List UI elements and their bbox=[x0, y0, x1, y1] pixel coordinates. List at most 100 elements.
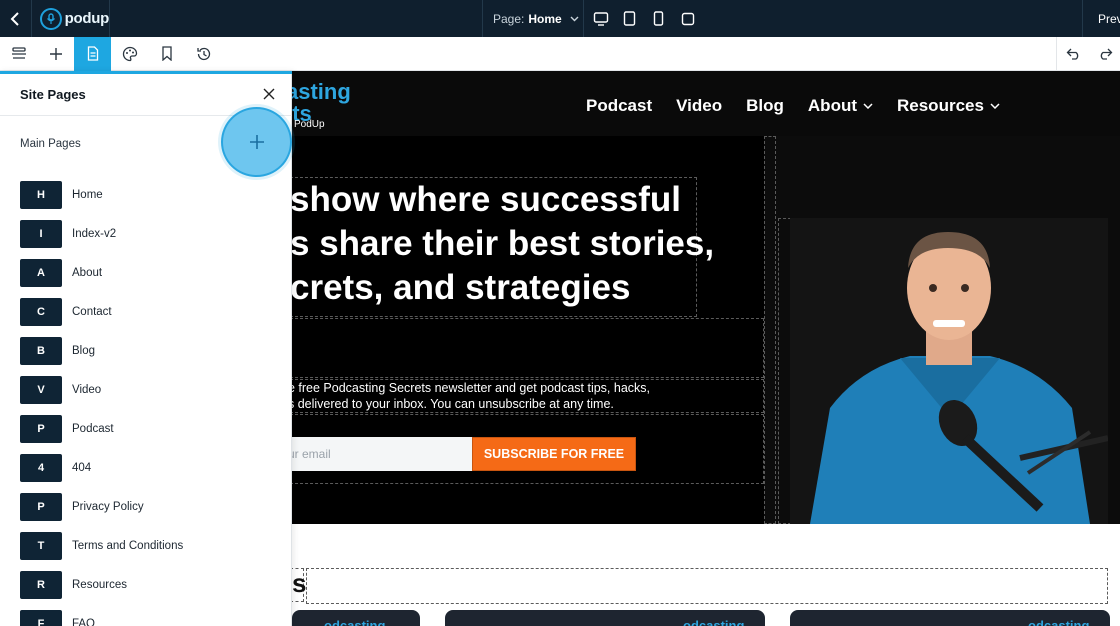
editor-guide-spacer bbox=[292, 318, 764, 378]
back-button[interactable] bbox=[0, 0, 32, 37]
page-badge: I bbox=[20, 219, 62, 248]
host-photo[interactable] bbox=[790, 218, 1108, 524]
page-name: 404 bbox=[72, 461, 92, 474]
page-selector-label: Page: bbox=[493, 11, 525, 26]
page-name: Home bbox=[72, 188, 103, 201]
site-header[interactable]: asting ets PodUp Podcast Video Blog Abou… bbox=[292, 71, 1120, 136]
panel-title: Site Pages bbox=[20, 87, 86, 102]
nav-item-about[interactable]: About bbox=[808, 96, 873, 116]
page-icon bbox=[87, 46, 98, 61]
pages-button[interactable] bbox=[74, 36, 111, 71]
card-label: odcasting bbox=[324, 618, 386, 626]
close-icon[interactable] bbox=[262, 87, 276, 101]
podup-logo[interactable]: podup bbox=[32, 0, 110, 37]
page-builder-app: podup Page: Home Previ bbox=[0, 0, 1120, 626]
hero-heading-line: crets, and strategies bbox=[292, 268, 631, 307]
subscribe-button[interactable]: SUBSCRIBE FOR FREE bbox=[472, 437, 636, 471]
nav-item-label: Podcast bbox=[586, 96, 653, 115]
section-heading[interactable]: s bbox=[292, 568, 306, 599]
page-badge: R bbox=[20, 570, 62, 599]
nav-item-resources[interactable]: Resources bbox=[897, 96, 1000, 116]
site-logo-subtitle: PodUp bbox=[292, 119, 325, 130]
theme-button[interactable] bbox=[111, 37, 148, 71]
page-badge: P bbox=[20, 414, 62, 443]
content-card[interactable]: odcasting bbox=[445, 610, 765, 626]
page-item-home[interactable]: H Home bbox=[20, 175, 280, 214]
page-name: Video bbox=[72, 383, 102, 396]
page-badge: P bbox=[20, 492, 62, 521]
page-name: Blog bbox=[72, 344, 96, 357]
page-badge: C bbox=[20, 297, 62, 326]
layers-button[interactable] bbox=[0, 37, 37, 71]
page-name: Podcast bbox=[72, 422, 114, 435]
chevron-down-icon bbox=[863, 103, 873, 109]
chevron-down-icon bbox=[570, 16, 579, 21]
chevron-down-icon bbox=[990, 103, 1000, 109]
page-selector[interactable]: Page: Home bbox=[482, 0, 584, 37]
page-item-faq[interactable]: F FAQ bbox=[20, 604, 280, 626]
page-name: Contact bbox=[72, 305, 112, 318]
page-item-404[interactable]: 4 404 bbox=[20, 448, 280, 487]
page-item-index-v2[interactable]: I Index-v2 bbox=[20, 214, 280, 253]
page-badge: B bbox=[20, 336, 62, 365]
page-name: About bbox=[72, 266, 103, 279]
palette-icon bbox=[122, 46, 137, 61]
content-card[interactable]: odcasting bbox=[292, 610, 420, 626]
podup-logo-icon bbox=[40, 7, 62, 30]
site-nav: Podcast Video Blog About Resources bbox=[586, 96, 1024, 116]
add-page-button[interactable] bbox=[221, 107, 292, 177]
host-photo-image bbox=[790, 218, 1108, 524]
fullscreen-view-button[interactable] bbox=[673, 0, 702, 37]
page-item-resources[interactable]: R Resources bbox=[20, 565, 280, 604]
history-button[interactable] bbox=[185, 37, 222, 71]
site-logo-subtitle-text: PodUp bbox=[294, 119, 325, 130]
editor-guide-column bbox=[764, 136, 776, 524]
mobile-icon bbox=[653, 11, 664, 26]
device-switcher bbox=[586, 0, 702, 37]
page-name: FAQ bbox=[72, 617, 96, 626]
layers-icon bbox=[11, 46, 26, 59]
redo-icon bbox=[1100, 48, 1113, 60]
nav-item-blog[interactable]: Blog bbox=[746, 96, 784, 116]
nav-item-label: Video bbox=[676, 96, 723, 115]
hero-heading-line: show where successful bbox=[292, 180, 681, 219]
email-input[interactable]: ur email bbox=[292, 437, 472, 471]
bookmark-icon bbox=[161, 46, 172, 61]
page-canvas[interactable]: asting ets PodUp Podcast Video Blog Abou… bbox=[292, 71, 1120, 626]
page-badge: 4 bbox=[20, 453, 62, 482]
email-input-placeholder: ur email bbox=[292, 447, 331, 461]
page-item-terms[interactable]: T Terms and Conditions bbox=[20, 526, 280, 565]
mobile-view-button[interactable] bbox=[644, 0, 673, 37]
page-name: Terms and Conditions bbox=[72, 539, 184, 552]
page-badge: T bbox=[20, 531, 62, 560]
page-badge: V bbox=[20, 375, 62, 404]
tablet-view-button[interactable] bbox=[615, 0, 644, 37]
page-badge: H bbox=[20, 180, 62, 209]
page-name: Resources bbox=[72, 578, 127, 591]
page-badge: F bbox=[20, 609, 62, 626]
page-item-podcast[interactable]: P Podcast bbox=[20, 409, 280, 448]
desktop-view-button[interactable] bbox=[586, 0, 615, 37]
plus-icon bbox=[249, 135, 264, 149]
hero-description[interactable]: e free Podcasting Secrets newsletter and… bbox=[292, 380, 708, 412]
nav-item-podcast[interactable]: Podcast bbox=[586, 96, 652, 116]
content-card[interactable]: odcasting bbox=[790, 610, 1110, 626]
history-icon bbox=[196, 47, 210, 60]
page-badge: A bbox=[20, 258, 62, 287]
add-element-button[interactable] bbox=[37, 37, 74, 71]
redo-button[interactable] bbox=[1089, 37, 1120, 71]
card-label: odcasting bbox=[683, 618, 745, 626]
tablet-icon bbox=[623, 11, 636, 26]
page-item-blog[interactable]: B Blog bbox=[20, 331, 280, 370]
page-item-contact[interactable]: C Contact bbox=[20, 292, 280, 331]
page-item-privacy-policy[interactable]: P Privacy Policy bbox=[20, 487, 280, 526]
top-bar: podup Page: Home Previ bbox=[0, 0, 1120, 37]
main-pages-label: Main Pages bbox=[20, 138, 81, 150]
page-item-video[interactable]: V Video bbox=[20, 370, 280, 409]
bookmark-button[interactable] bbox=[148, 37, 185, 71]
nav-item-video[interactable]: Video bbox=[676, 96, 722, 116]
page-item-about[interactable]: A About bbox=[20, 253, 280, 292]
hero-heading[interactable]: show where successful s share their best… bbox=[292, 178, 714, 310]
preview-button[interactable]: Previ bbox=[1082, 0, 1120, 37]
undo-button[interactable] bbox=[1058, 37, 1090, 71]
